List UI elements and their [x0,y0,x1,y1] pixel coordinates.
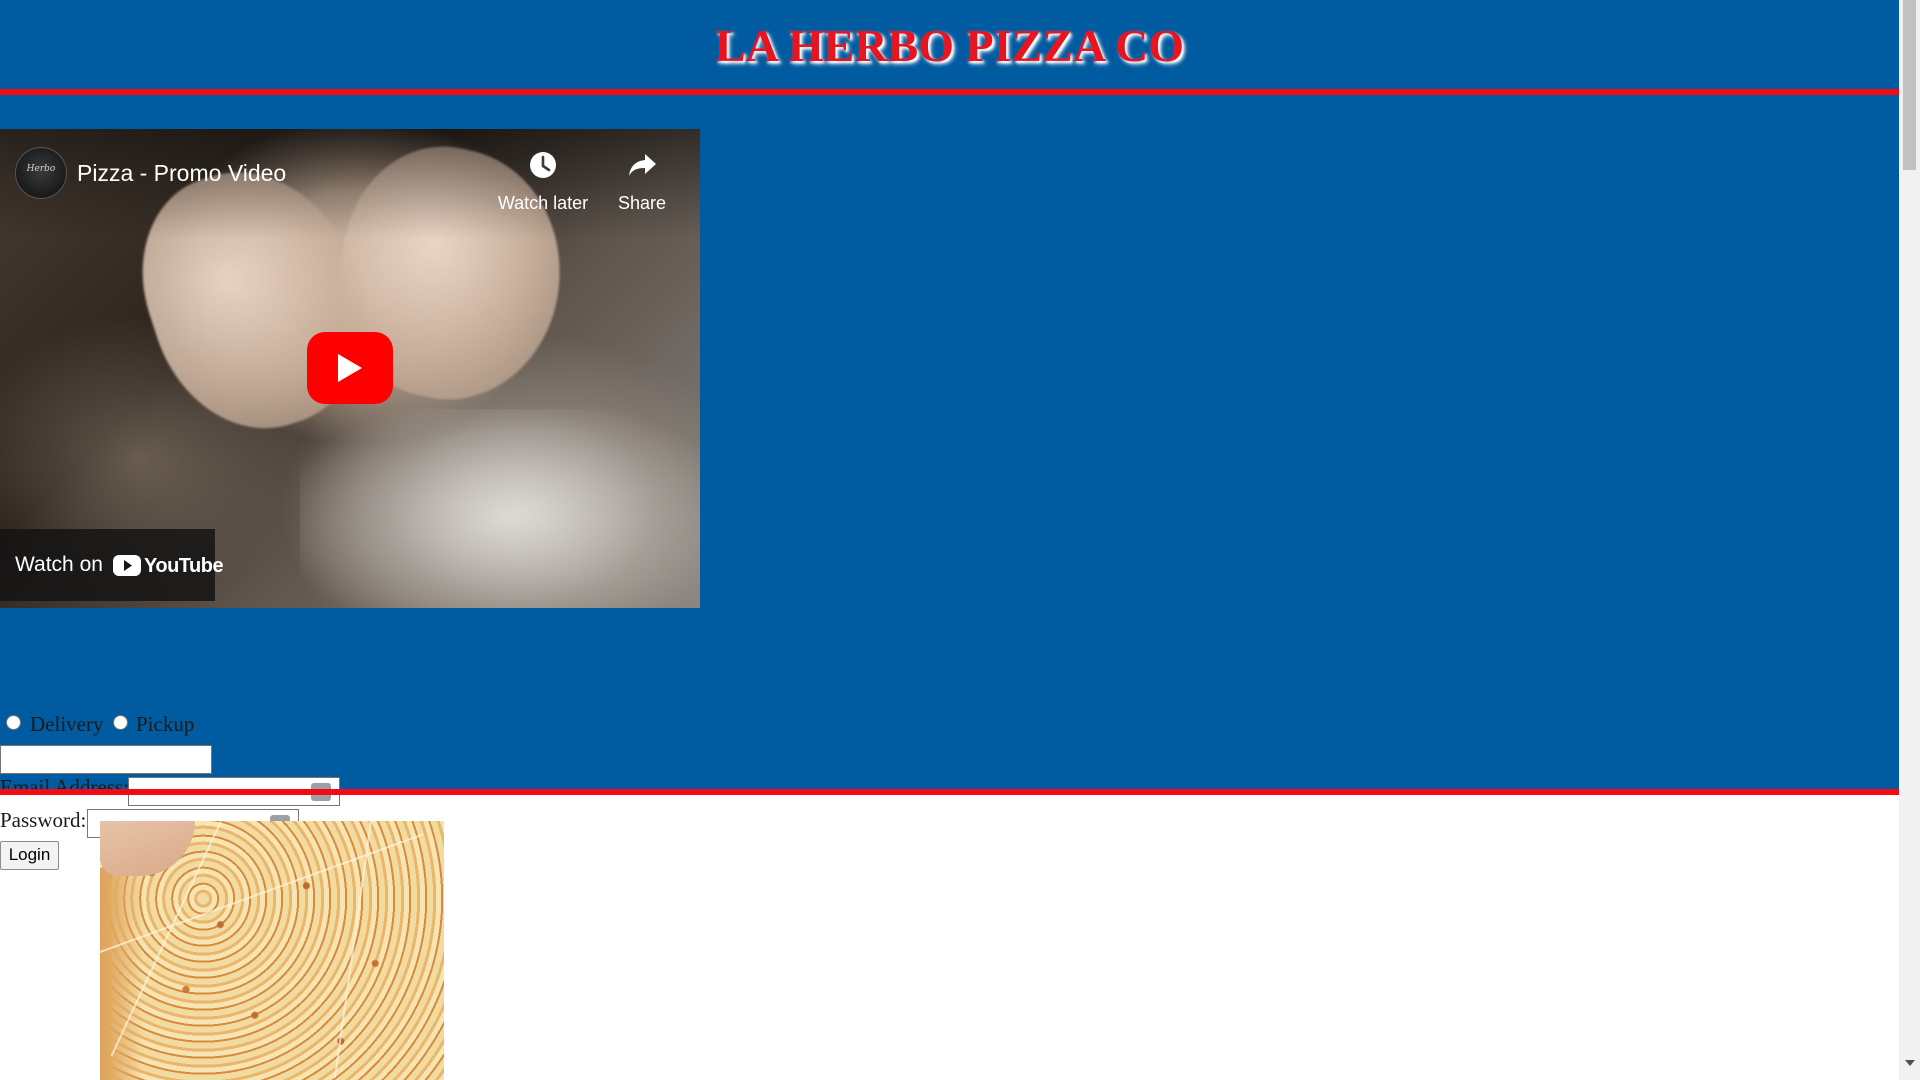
site-header: LA HERBO PIZZA CO [0,0,1899,89]
share-label: Share [617,193,667,213]
email-label: Email Address: [0,775,129,799]
watch-later-button[interactable]: Watch later [493,149,593,214]
watch-later-label: Watch later [497,193,589,213]
pickup-radio[interactable] [113,715,128,730]
pizza-photo [100,821,444,1080]
address-input[interactable] [0,745,212,774]
clock-icon [530,152,556,178]
video-title[interactable]: Pizza - Promo Video [77,159,286,187]
password-label: Password: [0,808,87,832]
main-section: Herbo Pizza - Promo Video Watch later Sh… [0,95,1899,870]
play-button[interactable] [307,332,393,404]
vertical-scrollbar[interactable] [1899,0,1920,1080]
scrollbar-thumb[interactable] [1903,0,1916,170]
watch-on-youtube-button[interactable]: Watch on YouTube [0,529,224,601]
section-divider [0,789,1899,795]
channel-logo-text: Herbo [26,164,56,174]
delivery-label[interactable]: Delivery [30,712,103,736]
share-arrow-icon [629,154,656,176]
pizza-crust [100,861,180,1080]
scroll-down-arrow-icon[interactable] [1905,1060,1915,1066]
pickup-label[interactable]: Pickup [136,712,194,736]
page: LA HERBO PIZZA CO Herbo Pizza - Promo Vi… [0,0,1899,1080]
channel-avatar[interactable]: Herbo [15,147,67,199]
pizza-photo-hand [100,821,195,876]
share-button[interactable]: Share [592,149,692,214]
site-title: LA HERBO PIZZA CO [714,20,1185,71]
delivery-radio[interactable] [6,715,21,730]
youtube-wordmark: YouTube [144,555,224,577]
video-embed[interactable]: Herbo Pizza - Promo Video Watch later Sh… [0,129,700,608]
login-button[interactable]: Login [0,841,59,870]
video-thumbnail-flour [300,409,700,608]
watch-on-label: Watch on [15,553,103,576]
play-icon [338,354,362,382]
youtube-logo-icon [113,555,141,576]
